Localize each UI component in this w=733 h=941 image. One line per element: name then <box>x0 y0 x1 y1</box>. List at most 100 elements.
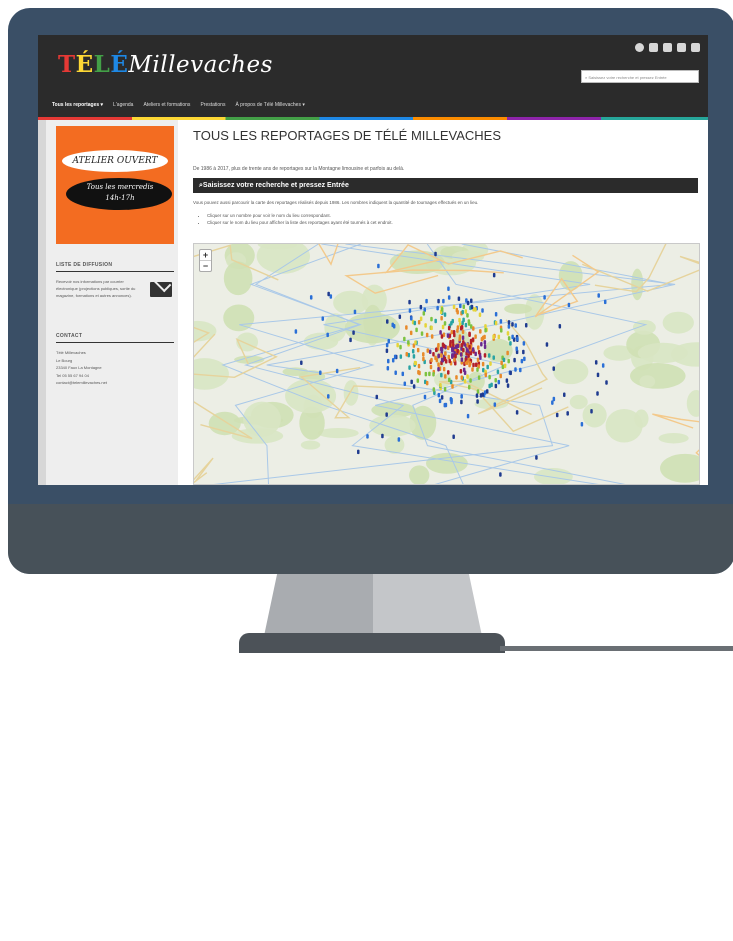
map-marker <box>480 341 483 347</box>
map-canvas[interactable] <box>194 244 700 485</box>
map-marker <box>409 330 413 336</box>
forest-patch <box>236 332 259 352</box>
atelier-ad-banner[interactable]: ATELIER OUVERT Tous les mercredis 14h-17h <box>56 126 174 244</box>
forest-patch <box>504 303 532 314</box>
map-marker <box>448 358 451 364</box>
rss-icon[interactable] <box>677 43 686 52</box>
nav-item-reportages[interactable]: Tous les reportages ▾ <box>52 102 103 108</box>
map-marker <box>451 384 454 389</box>
map-marker <box>401 371 405 377</box>
map-marker <box>439 330 442 335</box>
social-links <box>635 43 700 52</box>
forest-patch <box>243 401 281 437</box>
envelope-icon[interactable] <box>150 282 172 297</box>
map-marker <box>412 354 416 359</box>
forest-patch <box>223 304 255 332</box>
nav-item-a-propos[interactable]: À propos de Télé Millevaches ▾ <box>235 102 304 108</box>
map-marker <box>437 353 440 359</box>
map-marker <box>492 355 495 360</box>
map-marker <box>447 286 450 291</box>
nav-item-agenda[interactable]: L'agenda <box>113 102 133 108</box>
forest-patch <box>637 342 688 364</box>
map-marker <box>461 309 464 315</box>
map-marker <box>440 395 444 400</box>
map-marker <box>507 358 510 364</box>
forest-patch <box>662 311 694 334</box>
header-search-input[interactable]: ⌕ Saisissez votre recherche et pressez E… <box>581 70 699 83</box>
map-marker <box>507 336 511 341</box>
ad-title: ATELIER OUVERT <box>72 156 158 166</box>
monitor-chin <box>8 504 733 574</box>
map-marker <box>488 374 491 380</box>
map-marker <box>597 293 600 298</box>
nav-item-ateliers[interactable]: Ateliers et formations <box>143 102 190 108</box>
zoom-out-button[interactable]: − <box>200 261 211 271</box>
forest-patch <box>569 394 588 410</box>
map-marker <box>596 372 600 378</box>
contact-details: Télé Millevaches Le Bourg 23340 Faux La … <box>56 349 174 387</box>
podcast-icon[interactable] <box>635 43 644 52</box>
map-marker <box>452 330 456 335</box>
map-marker <box>506 383 510 388</box>
nav-item-prestations[interactable]: Prestations <box>200 102 225 108</box>
mailing-rule <box>56 271 174 272</box>
map-marker <box>476 367 479 372</box>
map-marker <box>477 375 481 380</box>
map-marker <box>483 353 487 358</box>
road-line <box>194 457 214 484</box>
list-item: Cliquer sur le nom du lieu pour afficher… <box>207 219 393 226</box>
site-logo[interactable]: TÉLÉMillevaches <box>58 51 273 78</box>
map-marker <box>496 369 500 375</box>
intro-text: De 1986 à 2017, plus de trente ans de re… <box>193 166 405 172</box>
contact-email-link[interactable]: contact@telemillevaches.net <box>56 379 174 387</box>
map-marker <box>514 367 517 372</box>
map-marker <box>603 299 607 305</box>
map-marker <box>440 346 443 352</box>
mail-icon[interactable] <box>691 43 700 52</box>
map-marker <box>456 349 459 354</box>
map-marker <box>468 361 472 366</box>
forest-patch <box>630 363 686 389</box>
map-marker <box>467 321 471 326</box>
map-marker <box>460 399 463 405</box>
map-marker <box>437 392 441 398</box>
map-marker <box>430 357 433 363</box>
map-marker <box>483 340 487 345</box>
map-marker <box>411 349 415 354</box>
map-marker <box>403 381 407 386</box>
map-marker <box>474 307 477 312</box>
map-marker <box>419 316 423 322</box>
map-marker <box>440 353 443 358</box>
map-marker <box>460 343 464 348</box>
contact-heading: CONTACT <box>56 333 83 339</box>
forest-patch <box>686 389 699 417</box>
vimeo-icon[interactable] <box>663 43 672 52</box>
map-marker <box>500 360 503 366</box>
map-marker <box>396 342 399 348</box>
forest-patch <box>282 367 309 377</box>
map-marker <box>447 370 450 375</box>
reportage-search-input[interactable]: ⌕Saisissez votre recherche et pressez En… <box>193 178 698 193</box>
map-marker <box>437 362 440 367</box>
map-marker <box>408 299 411 305</box>
map-marker <box>466 300 470 306</box>
map-marker <box>425 380 429 386</box>
map-marker <box>474 362 478 367</box>
facebook-icon[interactable] <box>649 43 658 52</box>
map-marker <box>483 334 486 340</box>
map-marker <box>481 308 484 313</box>
forest-patch <box>582 403 607 428</box>
map-marker <box>515 346 518 351</box>
zoom-in-button[interactable]: + <box>200 250 211 261</box>
map-marker <box>444 351 447 356</box>
reportage-map[interactable]: + − <box>193 243 700 485</box>
map-marker <box>524 323 528 328</box>
map-marker <box>430 316 433 322</box>
map-marker <box>443 356 447 362</box>
map-marker <box>471 347 475 352</box>
page-title: TOUS LES REPORTAGES DE TÉLÉ MILLEVACHES <box>193 128 502 143</box>
map-marker <box>381 433 384 439</box>
list-item: Cliquer sur un nombre pour voir le nom d… <box>207 212 393 219</box>
forest-patch <box>409 465 430 484</box>
map-marker <box>499 319 503 324</box>
